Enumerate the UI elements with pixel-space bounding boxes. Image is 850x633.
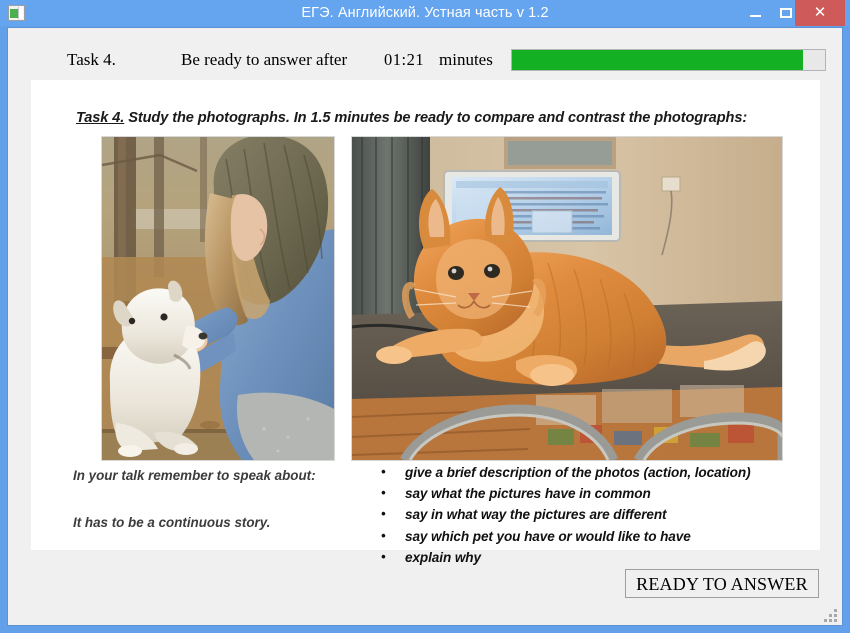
ready-to-answer-button[interactable]: READY TO ANSWER [625, 569, 819, 598]
photo-right-illustration [352, 137, 782, 460]
resize-grip[interactable] [824, 609, 838, 622]
timer-progress-fill [512, 50, 804, 70]
talking-point-item: explain why [353, 549, 813, 571]
task-instruction-text: Study the photographs. In 1.5 minutes be… [124, 110, 748, 126]
client-area: Task 4. Be ready to answer after 01:21 m… [7, 27, 843, 626]
photo-right-cat-on-laptop [351, 136, 783, 461]
talking-point-item: say what the pictures have in common [353, 485, 813, 507]
window-title: ЕГЭ. Английский. Устная часть v 1.2 [301, 5, 549, 21]
minutes-label: minutes [439, 50, 493, 69]
photo-left-girl-with-puppy [101, 136, 335, 461]
status-toolbar: Task 4. Be ready to answer after 01:21 m… [8, 44, 842, 80]
task-instruction-tag: Task 4. [76, 110, 125, 126]
close-icon: ✕ [813, 4, 827, 21]
talking-point-item: say which pet you have or would like to … [353, 528, 813, 550]
talk-about-label: In your talk remember to speak about: [73, 468, 316, 483]
talking-point-item: give a brief description of the photos (… [353, 464, 813, 486]
timer-progress-bar [511, 49, 826, 71]
countdown-timer: 01:21 [384, 50, 425, 69]
close-button[interactable]: ✕ [795, 0, 845, 26]
application-window: ЕГЭ. Английский. Устная часть v 1.2 ✕ Ta… [0, 0, 850, 633]
photo-left-illustration [102, 137, 334, 460]
talking-points-list: give a brief description of the photos (… [353, 464, 813, 571]
task-instruction: Task 4. Study the photographs. In 1.5 mi… [76, 110, 811, 126]
maximize-icon [780, 8, 792, 18]
minimize-icon [750, 15, 761, 17]
title-bar[interactable]: ЕГЭ. Английский. Устная часть v 1.2 ✕ [0, 0, 850, 26]
ready-prompt-label: Be ready to answer after [181, 50, 348, 69]
continuous-story-label: It has to be a continuous story. [73, 515, 271, 530]
task-number-label: Task 4. [67, 50, 116, 69]
minimize-button[interactable] [740, 0, 770, 26]
task-content-panel: Task 4. Study the photographs. In 1.5 mi… [31, 80, 820, 565]
talking-point-item: say in what way the pictures are differe… [353, 506, 813, 528]
